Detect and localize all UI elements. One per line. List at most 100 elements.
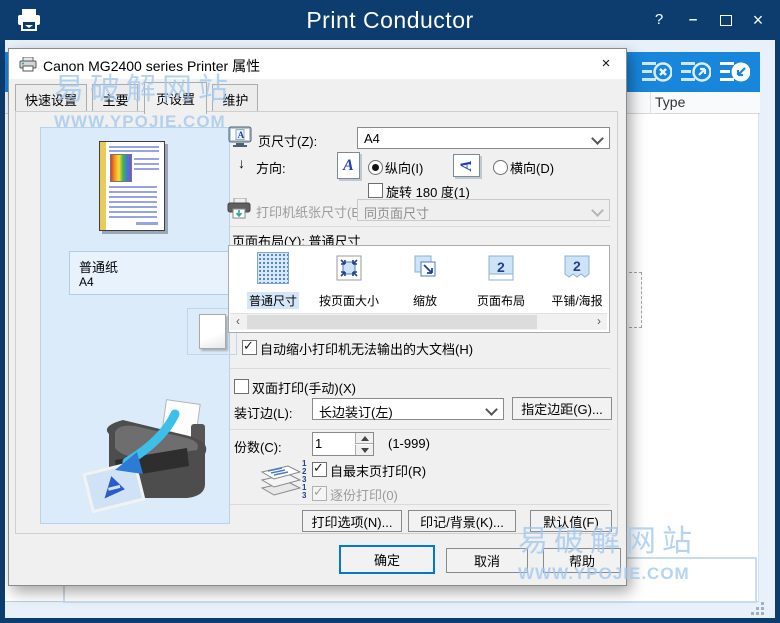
media-type-value: 普通纸 (79, 260, 119, 275)
page-setup-tab-panel: 普通纸 A4 A 页尺寸(Z): A4 ↓ 方向: A 纵向(I) A 横向(D… (15, 111, 618, 534)
svg-text:A: A (238, 130, 245, 140)
preview-panel: 普通纸 A4 (40, 127, 237, 524)
chevron-down-icon (485, 403, 498, 416)
layout-item-label: 缩放 (412, 294, 437, 308)
media-type-box: 普通纸 A4 (69, 251, 235, 295)
layout-item-scaled[interactable]: 缩放 (389, 252, 461, 309)
svg-text:3: 3 (302, 491, 307, 500)
layout-scrollbar[interactable]: ‹ › (230, 313, 607, 330)
duplex-checkbox[interactable] (234, 379, 249, 394)
maximize-icon (720, 15, 732, 26)
spin-up-icon[interactable] (355, 433, 373, 444)
cancel-button[interactable]: 取消 (446, 548, 528, 573)
page-size-label: 页尺寸(Z): (258, 134, 318, 149)
page-size-icon: A (228, 126, 252, 148)
autoshrink-checkbox[interactable] (242, 338, 257, 355)
layout-item-fit-to-page[interactable]: 按页面大小 (313, 252, 385, 309)
copies-spinner (312, 432, 374, 456)
dialog-close-button[interactable]: × (591, 51, 621, 77)
separator (228, 429, 610, 430)
layout-item-label: 平铺/海报 (551, 294, 603, 308)
tab-main[interactable]: 主要 (92, 84, 139, 113)
printer-illustration (71, 396, 231, 516)
layout-item-label: 按页面大小 (318, 294, 379, 308)
printer-paper-select: 同页面尺寸 (357, 199, 610, 221)
landscape-icon: A (453, 154, 480, 177)
print-from-last-label: 自最末页打印(R) (330, 464, 427, 479)
toolbar-start-icon[interactable] (720, 59, 750, 85)
preview-photo-block (110, 154, 132, 182)
autoshrink-label: 自动缩小打印机无法输出的大文档(H) (260, 342, 474, 357)
portrait-radio[interactable] (368, 160, 383, 175)
printer-paper-icon (226, 198, 252, 220)
copies-input[interactable] (315, 434, 351, 452)
help-button-dialog[interactable]: 帮助 (543, 548, 621, 573)
layout-item-label: 页面布局 (476, 294, 525, 308)
tab-quick-setup[interactable]: 快速设置 (15, 84, 88, 113)
specify-margin-button[interactable]: 指定边距(G)... (512, 397, 612, 420)
printer-paper-label: 打印机纸张尺寸(E): (256, 205, 368, 220)
normal-size-icon (257, 252, 289, 284)
layout-item-tiling-poster[interactable]: 2 平铺/海报 (541, 252, 613, 309)
duplex-label: 双面打印(手动)(X) (252, 381, 356, 396)
spin-down-icon[interactable] (355, 445, 373, 455)
scroll-right-icon[interactable]: › (591, 314, 607, 330)
svg-text:2: 2 (497, 259, 505, 275)
stamp-background-button[interactable]: 印记/背景(K)... (408, 510, 516, 532)
orientation-arrow-icon: ↓ (238, 155, 245, 171)
landscape-radio[interactable] (493, 160, 508, 175)
dialog-printer-icon (19, 57, 37, 72)
separator (228, 368, 610, 369)
chevron-down-icon (591, 132, 604, 145)
copies-stack-icon: 1 2 3 1 3 (256, 454, 310, 500)
separator (228, 226, 610, 227)
defaults-button[interactable]: 默认值(F) (530, 510, 612, 532)
staple-side-label: 装订边(L): (234, 406, 293, 421)
dialog-titlebar: Canon MG2400 series Printer 属性 × (9, 49, 626, 79)
maximize-button[interactable] (711, 0, 739, 40)
minimize-button[interactable]: – (680, 0, 706, 40)
paper-sheet-icon (199, 314, 226, 349)
collate-label: 逐份打印(0) (330, 488, 398, 503)
column-divider (650, 92, 651, 113)
paper-size-value: A4 (79, 275, 94, 289)
help-button[interactable]: ? (646, 0, 672, 40)
tab-page-setup[interactable]: 页设置 (143, 82, 207, 114)
page-layout-icon: 2 (485, 252, 517, 284)
layout-item-label: 普通尺寸 (246, 292, 299, 309)
close-button[interactable]: × (744, 0, 772, 40)
chevron-down-icon (591, 204, 604, 217)
print-from-last-checkbox[interactable] (312, 460, 327, 477)
svg-text:2: 2 (573, 258, 581, 274)
landscape-label: 横向(D) (510, 161, 555, 176)
page-layout-list: 普通尺寸 按页面大小 缩放 2 页面布局 2 平铺/海报 ‹ › (228, 245, 610, 333)
preview-margin-strip (100, 142, 106, 230)
page-preview-image (99, 141, 165, 231)
tab-maintenance[interactable]: 维护 (212, 84, 259, 113)
orientation-label: 方向: (256, 161, 286, 176)
scroll-left-icon[interactable]: ‹ (230, 314, 246, 330)
scaled-icon (409, 252, 441, 284)
ok-button[interactable]: 确定 (339, 545, 435, 574)
portrait-label: 纵向(I) (385, 161, 424, 176)
toolbar-clear-list-icon[interactable] (642, 59, 672, 85)
separator (228, 504, 610, 505)
resize-grip[interactable] (749, 602, 765, 616)
app-titlebar: Print Conductor ? – × (0, 0, 780, 40)
layout-item-page-layout[interactable]: 2 页面布局 (465, 252, 537, 309)
column-type[interactable]: Type (655, 94, 685, 110)
staple-side-select[interactable]: 长边装订(左) (312, 398, 504, 420)
printer-paper-selected: 同页面尺寸 (364, 206, 430, 221)
page-size-select[interactable]: A4 (357, 127, 610, 149)
printer-properties-dialog: Canon MG2400 series Printer 属性 × 快速设置 主要… (8, 48, 627, 586)
print-options-button[interactable]: 打印选项(N)... (302, 510, 402, 532)
toolbar-export-icon[interactable] (681, 59, 711, 85)
layout-item-normal[interactable]: 普通尺寸 (237, 252, 309, 310)
scrollbar-thumb[interactable] (247, 315, 537, 329)
rotate-180-checkbox[interactable] (368, 183, 383, 198)
preview-text-lines (109, 186, 157, 220)
tiling-poster-icon: 2 (561, 252, 593, 284)
copies-range: (1-999) (388, 436, 430, 451)
dialog-tabs: 快速设置 主要 页设置 维护 (15, 81, 259, 114)
fit-to-page-icon (333, 252, 365, 284)
